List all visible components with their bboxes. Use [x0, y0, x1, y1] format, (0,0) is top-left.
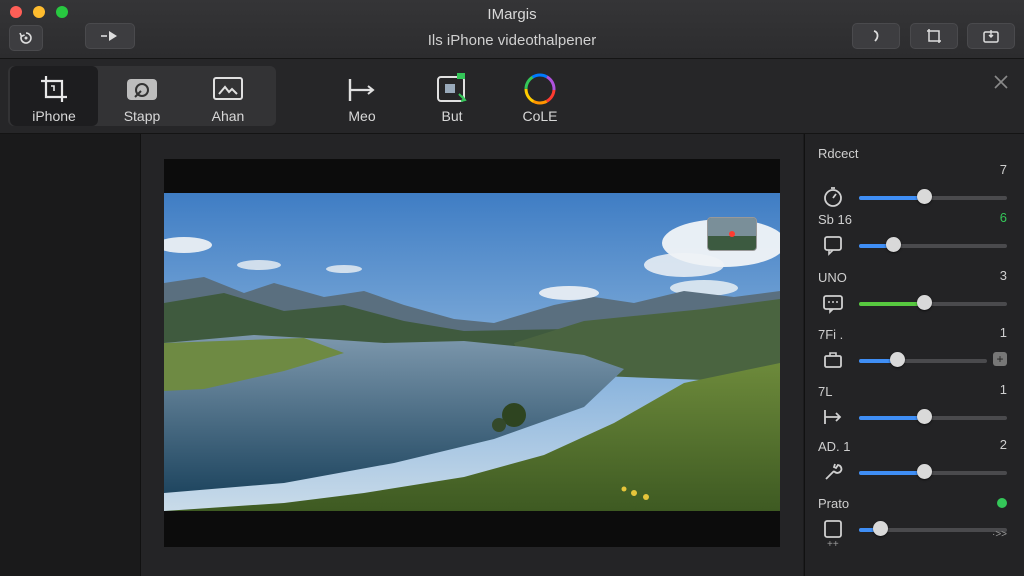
tool-label: CoLE [522, 108, 558, 124]
adjustment-value: 3 [999, 268, 1007, 283]
export-icon [437, 73, 467, 102]
slider-knob[interactable] [872, 521, 888, 536]
close-icon [994, 75, 1008, 89]
rotate-button[interactable] [9, 25, 43, 51]
crop-icon [41, 76, 67, 102]
slider-fill [859, 302, 925, 306]
adjustment-value: 2 [999, 437, 1007, 452]
square-icon [822, 518, 844, 540]
trim-icon [348, 79, 375, 101]
tool-label: Meo [348, 108, 376, 124]
video-frame[interactable] [164, 159, 780, 547]
title-bar: IMargis Ils iPhone videothalpener [0, 0, 1024, 59]
adjustment-row: AD. 1 2 [805, 437, 1024, 495]
share-button[interactable] [967, 23, 1015, 49]
adjustment-label: 7Fi . [818, 327, 844, 342]
adjustment-slider[interactable] [859, 237, 1007, 252]
slider-fill [859, 471, 925, 475]
play-button[interactable] [85, 23, 135, 49]
play-icon [101, 31, 117, 41]
slider-fill [859, 196, 925, 200]
rotate-icon [19, 32, 32, 44]
adjustment-label: Sb 16 [818, 212, 852, 227]
color-wheel-icon [524, 73, 556, 105]
split-icon [822, 406, 844, 428]
adjustment-row: Sb 16 6 [805, 210, 1024, 268]
tool-label: But [441, 108, 463, 124]
photo-icon [213, 77, 243, 100]
adjustment-slider[interactable] [859, 409, 1007, 424]
slider-knob[interactable] [917, 295, 933, 310]
preview-canvas [141, 134, 803, 576]
overlay-thumbnail[interactable] [707, 217, 757, 251]
status-indicator [997, 498, 1007, 508]
adjustment-label: Prato [818, 496, 850, 511]
left-sidebar [0, 134, 141, 576]
tool-iphone[interactable]: iPhone [10, 66, 98, 126]
inspector-title: Rdcect [818, 146, 859, 161]
adjustments-inspector: Rdcect 7 Sb 16 6 UNO 3 7Fi . 1 + 7L 1 AD… [804, 134, 1024, 576]
adjustment-row: UNO 3 [805, 268, 1024, 326]
adjustment-label: UNO [818, 270, 847, 285]
preview-photo [164, 193, 780, 511]
adjustment-slider[interactable] [859, 295, 1007, 310]
slider-knob[interactable] [890, 352, 906, 367]
tool-bar: iPhone Stapp Ahan Meo But CoLE [0, 59, 1024, 134]
add-button[interactable]: + [993, 352, 1007, 366]
adjustment-slider[interactable] [859, 464, 1007, 479]
adjustment-value: 6 [999, 210, 1007, 225]
adjustment-row: 7L 1 [805, 382, 1024, 440]
footer-left-label: ++ [827, 539, 839, 550]
tool-cole[interactable]: CoLE [496, 66, 584, 126]
tool-but[interactable]: But [408, 66, 496, 126]
adjustment-row: 7Fi . 1 + [805, 325, 1024, 383]
slider-knob[interactable] [886, 237, 902, 252]
tool-label: iPhone [32, 108, 76, 124]
slider-knob[interactable] [917, 409, 933, 424]
slider-knob[interactable] [917, 189, 933, 204]
crop-rotate-icon [927, 29, 941, 43]
caption-icon [822, 292, 844, 314]
crop-rotate-button[interactable] [910, 23, 958, 49]
camera-icon [127, 79, 157, 100]
adjustment-slider[interactable] [859, 352, 987, 367]
adjustment-label: 7L [818, 384, 833, 399]
adjustment-label: AD. 1 [818, 439, 851, 454]
adjustment-value: 7 [999, 162, 1007, 177]
tool-label: Ahan [211, 108, 245, 124]
slider-knob[interactable] [917, 464, 933, 479]
timer-icon [822, 186, 844, 208]
wrench-icon [822, 461, 844, 483]
speech-bubble-icon [822, 234, 844, 256]
adjustment-value: 1 [999, 382, 1007, 397]
footer-right-label: ·>> [991, 529, 1007, 540]
share-icon [983, 30, 999, 43]
adjustment-slider[interactable] [859, 521, 1007, 536]
tool-meo[interactable]: Meo [318, 66, 406, 126]
tool-label: Stapp [123, 108, 161, 124]
undo-button[interactable] [852, 23, 900, 49]
tool-stapp[interactable]: Stapp [98, 66, 186, 126]
slider-fill [859, 416, 925, 420]
adjustment-value: 1 [999, 325, 1007, 340]
adjustment-slider[interactable] [859, 189, 1007, 204]
briefcase-icon [822, 349, 844, 371]
app-title: IMargis [487, 6, 537, 23]
close-panel-button[interactable] [992, 73, 1010, 91]
tool-ahan[interactable]: Ahan [184, 66, 272, 126]
undo-arrow-icon [873, 30, 879, 42]
